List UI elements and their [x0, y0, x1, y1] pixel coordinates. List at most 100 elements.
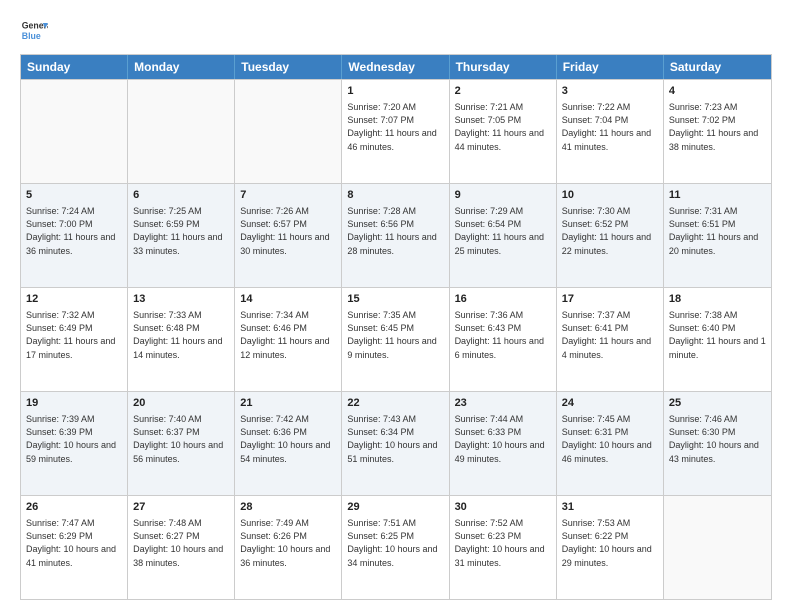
day-number: 11 [669, 188, 766, 203]
day-info: Sunrise: 7:47 AM Sunset: 6:29 PM Dayligh… [26, 517, 122, 569]
calendar-row: 26 Sunrise: 7:47 AM Sunset: 6:29 PM Dayli… [21, 495, 771, 599]
logo-icon: General Blue [20, 16, 48, 44]
day-cell-11: 11 Sunrise: 7:31 AM Sunset: 6:51 PM Dayli… [664, 184, 771, 287]
day-info: Sunrise: 7:29 AM Sunset: 6:54 PM Dayligh… [455, 205, 551, 257]
day-cell-5: 5 Sunrise: 7:24 AM Sunset: 7:00 PM Daylig… [21, 184, 128, 287]
day-cell-21: 21 Sunrise: 7:42 AM Sunset: 6:36 PM Dayli… [235, 392, 342, 495]
day-cell-14: 14 Sunrise: 7:34 AM Sunset: 6:46 PM Dayli… [235, 288, 342, 391]
day-header-thursday: Thursday [450, 55, 557, 79]
day-info: Sunrise: 7:53 AM Sunset: 6:22 PM Dayligh… [562, 517, 658, 569]
day-number: 28 [240, 500, 336, 515]
day-cell-10: 10 Sunrise: 7:30 AM Sunset: 6:52 PM Dayli… [557, 184, 664, 287]
day-cell-1: 1 Sunrise: 7:20 AM Sunset: 7:07 PM Daylig… [342, 80, 449, 183]
day-info: Sunrise: 7:20 AM Sunset: 7:07 PM Dayligh… [347, 101, 443, 153]
day-cell-8: 8Sunrise: 7:28 AM Sunset: 6:56 PM Daylig… [342, 184, 449, 287]
day-info: Sunrise: 7:22 AM Sunset: 7:04 PM Dayligh… [562, 101, 658, 153]
calendar-header: SundayMondayTuesdayWednesdayThursdayFrid… [21, 55, 771, 79]
day-info: Sunrise: 7:48 AM Sunset: 6:27 PM Dayligh… [133, 517, 229, 569]
day-header-tuesday: Tuesday [235, 55, 342, 79]
day-number: 6 [133, 188, 229, 203]
empty-cell [235, 80, 342, 183]
day-number: 30 [455, 500, 551, 515]
day-number: 27 [133, 500, 229, 515]
calendar-row: 5 Sunrise: 7:24 AM Sunset: 7:00 PM Daylig… [21, 183, 771, 287]
day-number: 31 [562, 500, 658, 515]
day-cell-12: 12Sunrise: 7:32 AM Sunset: 6:49 PM Dayli… [21, 288, 128, 391]
day-number: 9 [455, 188, 551, 203]
day-number: 20 [133, 396, 229, 411]
calendar-row: 19 Sunrise: 7:39 AM Sunset: 6:39 PM Dayli… [21, 391, 771, 495]
day-cell-16: 16Sunrise: 7:36 AM Sunset: 6:43 PM Dayli… [450, 288, 557, 391]
day-cell-29: 29 Sunrise: 7:51 AM Sunset: 6:25 PM Dayli… [342, 496, 449, 599]
day-cell-2: 2 Sunrise: 7:21 AM Sunset: 7:05 PM Daylig… [450, 80, 557, 183]
day-cell-20: 20 Sunrise: 7:40 AM Sunset: 6:37 PM Dayli… [128, 392, 235, 495]
day-number: 4 [669, 84, 766, 99]
day-info: Sunrise: 7:43 AM Sunset: 6:34 PM Dayligh… [347, 413, 443, 465]
day-number: 7 [240, 188, 336, 203]
day-info: Sunrise: 7:33 AM Sunset: 6:48 PM Dayligh… [133, 309, 229, 361]
day-number: 26 [26, 500, 122, 515]
calendar-page: General Blue SundayMondayTuesdayWednesda… [0, 0, 792, 612]
empty-cell [21, 80, 128, 183]
day-header-wednesday: Wednesday [342, 55, 449, 79]
day-info: Sunrise: 7:25 AM Sunset: 6:59 PM Dayligh… [133, 205, 229, 257]
day-cell-15: 15 Sunrise: 7:35 AM Sunset: 6:45 PM Dayli… [342, 288, 449, 391]
day-number: 29 [347, 500, 443, 515]
day-cell-18: 18 Sunrise: 7:38 AM Sunset: 6:40 PM Dayli… [664, 288, 771, 391]
svg-text:Blue: Blue [22, 31, 41, 41]
day-info: Sunrise: 7:39 AM Sunset: 6:39 PM Dayligh… [26, 413, 122, 465]
day-info: Sunrise: 7:44 AM Sunset: 6:33 PM Dayligh… [455, 413, 551, 465]
day-number: 14 [240, 292, 336, 307]
day-number: 17 [562, 292, 658, 307]
calendar-row: 12Sunrise: 7:32 AM Sunset: 6:49 PM Dayli… [21, 287, 771, 391]
day-number: 16 [455, 292, 551, 307]
day-number: 25 [669, 396, 766, 411]
day-info: Sunrise: 7:28 AM Sunset: 6:56 PM Dayligh… [347, 205, 443, 257]
day-number: 22 [347, 396, 443, 411]
day-cell-9: 9 Sunrise: 7:29 AM Sunset: 6:54 PM Daylig… [450, 184, 557, 287]
day-info: Sunrise: 7:35 AM Sunset: 6:45 PM Dayligh… [347, 309, 443, 361]
day-info: Sunrise: 7:37 AM Sunset: 6:41 PM Dayligh… [562, 309, 658, 361]
day-cell-17: 17 Sunrise: 7:37 AM Sunset: 6:41 PM Dayli… [557, 288, 664, 391]
day-number: 19 [26, 396, 122, 411]
day-number: 23 [455, 396, 551, 411]
day-header-sunday: Sunday [21, 55, 128, 79]
day-number: 10 [562, 188, 658, 203]
day-info: Sunrise: 7:38 AM Sunset: 6:40 PM Dayligh… [669, 309, 766, 361]
day-info: Sunrise: 7:51 AM Sunset: 6:25 PM Dayligh… [347, 517, 443, 569]
day-cell-28: 28Sunrise: 7:49 AM Sunset: 6:26 PM Dayli… [235, 496, 342, 599]
day-number: 5 [26, 188, 122, 203]
day-cell-4: 4 Sunrise: 7:23 AM Sunset: 7:02 PM Daylig… [664, 80, 771, 183]
logo: General Blue [20, 16, 48, 44]
day-cell-6: 6 Sunrise: 7:25 AM Sunset: 6:59 PM Daylig… [128, 184, 235, 287]
day-number: 21 [240, 396, 336, 411]
day-cell-23: 23 Sunrise: 7:44 AM Sunset: 6:33 PM Dayli… [450, 392, 557, 495]
day-info: Sunrise: 7:31 AM Sunset: 6:51 PM Dayligh… [669, 205, 766, 257]
page-header: General Blue [20, 16, 772, 44]
day-info: Sunrise: 7:42 AM Sunset: 6:36 PM Dayligh… [240, 413, 336, 465]
day-cell-3: 3 Sunrise: 7:22 AM Sunset: 7:04 PM Daylig… [557, 80, 664, 183]
day-info: Sunrise: 7:23 AM Sunset: 7:02 PM Dayligh… [669, 101, 766, 153]
day-number: 1 [347, 84, 443, 99]
day-number: 2 [455, 84, 551, 99]
calendar-row: 1 Sunrise: 7:20 AM Sunset: 7:07 PM Daylig… [21, 79, 771, 183]
day-cell-19: 19 Sunrise: 7:39 AM Sunset: 6:39 PM Dayli… [21, 392, 128, 495]
day-cell-25: 25Sunrise: 7:46 AM Sunset: 6:30 PM Dayli… [664, 392, 771, 495]
day-info: Sunrise: 7:30 AM Sunset: 6:52 PM Dayligh… [562, 205, 658, 257]
day-number: 13 [133, 292, 229, 307]
day-number: 24 [562, 396, 658, 411]
calendar: SundayMondayTuesdayWednesdayThursdayFrid… [20, 54, 772, 600]
day-number: 15 [347, 292, 443, 307]
day-info: Sunrise: 7:21 AM Sunset: 7:05 PM Dayligh… [455, 101, 551, 153]
day-info: Sunrise: 7:40 AM Sunset: 6:37 PM Dayligh… [133, 413, 229, 465]
day-info: Sunrise: 7:24 AM Sunset: 7:00 PM Dayligh… [26, 205, 122, 257]
day-cell-24: 24Sunrise: 7:45 AM Sunset: 6:31 PM Dayli… [557, 392, 664, 495]
day-number: 18 [669, 292, 766, 307]
day-info: Sunrise: 7:34 AM Sunset: 6:46 PM Dayligh… [240, 309, 336, 361]
day-header-saturday: Saturday [664, 55, 771, 79]
day-cell-26: 26 Sunrise: 7:47 AM Sunset: 6:29 PM Dayli… [21, 496, 128, 599]
day-info: Sunrise: 7:52 AM Sunset: 6:23 PM Dayligh… [455, 517, 551, 569]
day-number: 3 [562, 84, 658, 99]
day-cell-22: 22 Sunrise: 7:43 AM Sunset: 6:34 PM Dayli… [342, 392, 449, 495]
day-cell-27: 27 Sunrise: 7:48 AM Sunset: 6:27 PM Dayli… [128, 496, 235, 599]
